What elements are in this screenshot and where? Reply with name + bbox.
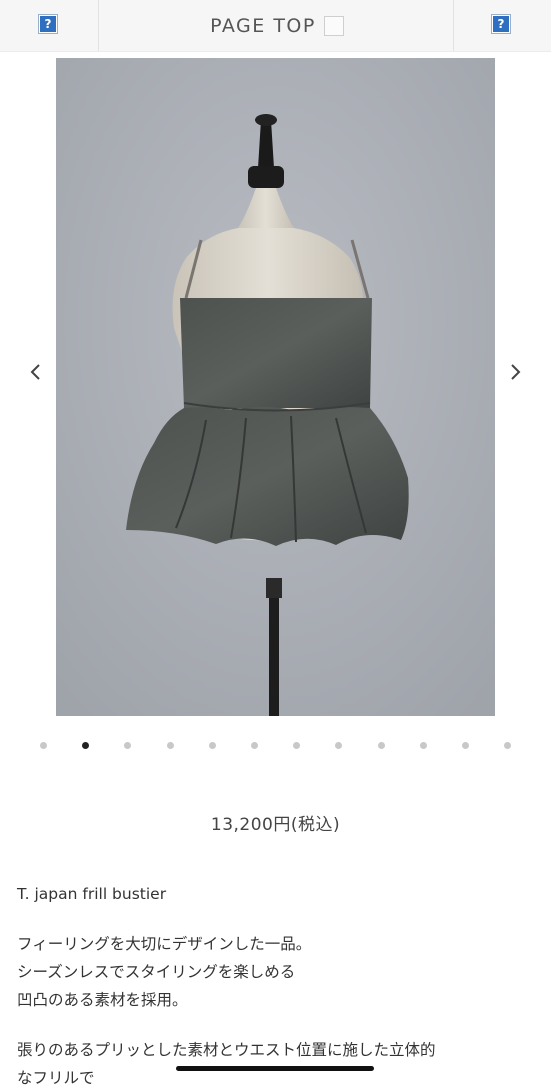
help-icon-right-glyph: ?	[493, 16, 509, 32]
help-icon-right[interactable]: ?	[491, 14, 511, 34]
top-bar: ? PAGE TOP ?	[0, 0, 551, 52]
description-line: フィーリングを大切にデザインした一品。	[17, 935, 312, 953]
slide-dot[interactable]	[293, 742, 300, 749]
page-top-button[interactable]: PAGE TOP	[100, 0, 454, 51]
slide-dot[interactable]	[420, 742, 427, 749]
home-indicator	[176, 1066, 374, 1071]
topbar-divider	[98, 0, 99, 51]
next-slide-button[interactable]	[499, 355, 533, 389]
chevron-right-icon	[511, 364, 521, 380]
product-description: T. japan frill bustier フィーリングを大切にデザインした一…	[17, 880, 537, 1092]
product-price: 13,200円(税込)	[210, 815, 341, 835]
product-name: T. japan frill bustier	[17, 885, 167, 903]
description-line: シーズンレスでスタイリングを楽しめる	[17, 963, 296, 981]
help-icon-left[interactable]: ?	[38, 14, 58, 34]
slide-indicator	[0, 740, 551, 752]
slide-dot[interactable]	[82, 742, 89, 749]
description-line: 張りのあるプリッとした素材とウエスト位置に施した立体的	[17, 1041, 436, 1059]
slide-dot[interactable]	[335, 742, 342, 749]
slide-dot[interactable]	[124, 742, 131, 749]
slide-dot[interactable]	[167, 742, 174, 749]
slide-dot[interactable]	[504, 742, 511, 749]
product-photo-illustration	[56, 58, 495, 716]
chevron-left-icon	[30, 364, 40, 380]
help-icon-left-glyph: ?	[40, 16, 56, 32]
slide-dot[interactable]	[378, 742, 385, 749]
page-top-icon	[323, 15, 344, 36]
description-line: 凹凸のある素材を採用。	[17, 991, 188, 1009]
slide-dot[interactable]	[251, 742, 258, 749]
page-top-label: PAGE TOP	[210, 14, 316, 37]
slide-dot[interactable]	[209, 742, 216, 749]
slide-dot[interactable]	[40, 742, 47, 749]
prev-slide-button[interactable]	[18, 355, 52, 389]
slide-dot[interactable]	[462, 742, 469, 749]
product-photo[interactable]	[56, 58, 495, 716]
